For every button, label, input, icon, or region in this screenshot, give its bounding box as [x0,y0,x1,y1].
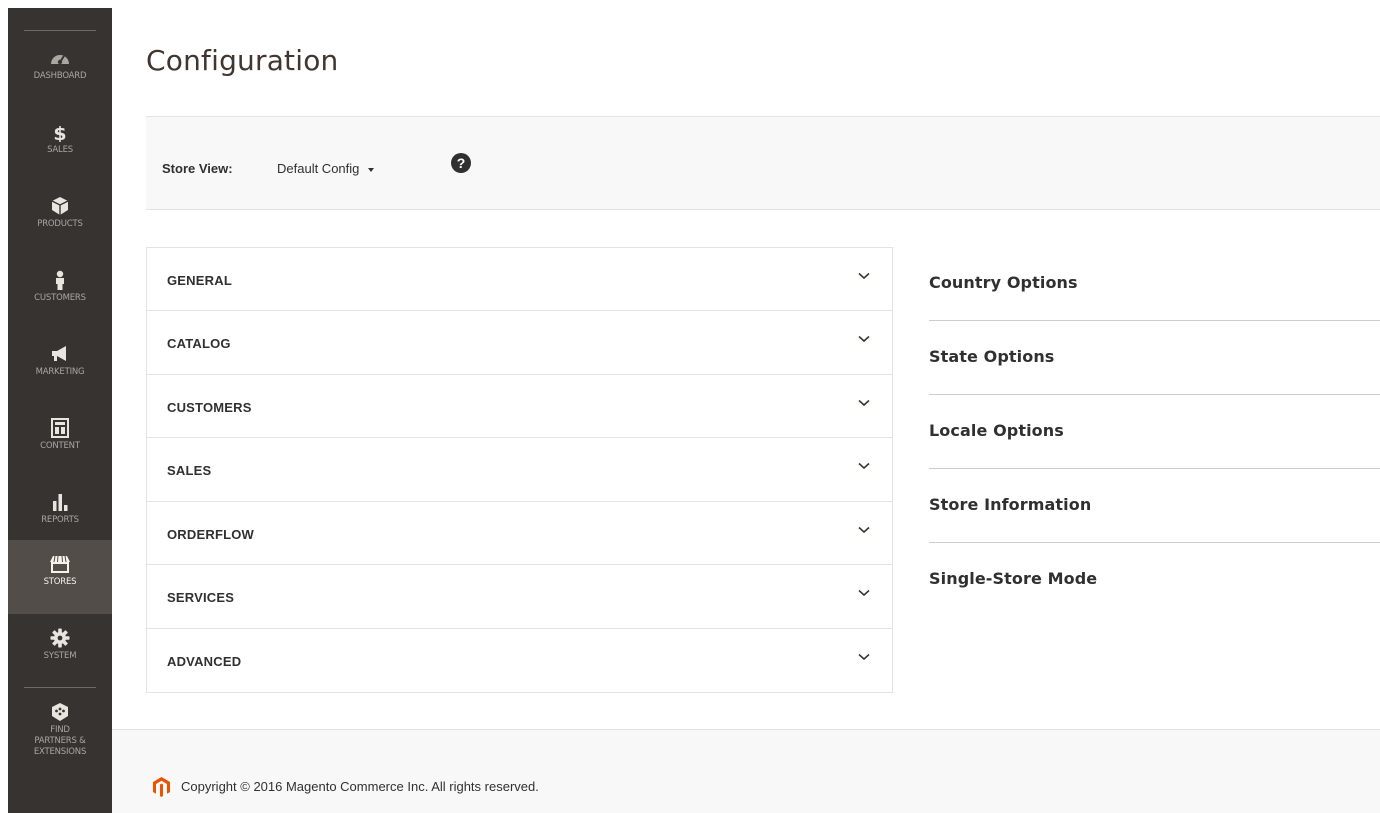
accordion-item-label: CUSTOMERS [167,399,252,415]
chevron-down-icon [858,399,870,406]
section-state-options[interactable]: State Options [929,321,1380,395]
svg-text:$: $ [53,123,66,142]
sidebar-item-find-partners-extensions[interactable]: FIND PARTNERS & EXTENSIONS [8,688,112,788]
sidebar-item-label: DASHBOARD [33,71,87,81]
magento-logo-icon [153,777,170,797]
accordion-item-advanced[interactable]: ADVANCED [147,629,892,692]
admin-sidebar: DASHBOARD $ SALES PRODUCTS CUSTOMERS MAR… [8,8,112,813]
accordion-item-label: ORDERFLOW [167,526,255,542]
puzzle-cube-icon [52,703,68,721]
chevron-down-icon [858,272,870,280]
store-view-bar: Store View: Default Config ? [146,116,1380,210]
bar-chart-icon [53,494,68,511]
gear-icon [50,628,70,648]
store-view-dropdown[interactable]: Default Config [277,161,375,176]
section-title: State Options [929,347,1055,366]
sidebar-item-dashboard[interactable]: DASHBOARD [8,34,112,108]
sidebar-item-label-line: PARTNERS & [34,736,86,746]
sidebar-item-label-line: EXTENSIONS [33,747,87,757]
section-title: Store Information [929,495,1092,514]
sidebar-item-content[interactable]: CONTENT [8,404,112,478]
sidebar-item-marketing[interactable]: MARKETING [8,330,112,404]
help-icon[interactable]: ? [451,153,471,173]
layout-icon [51,418,69,438]
accordion-item-general[interactable]: GENERAL [147,248,892,312]
accordion-item-label: SERVICES [167,590,235,606]
accordion-item-orderflow[interactable]: ORDERFLOW [147,502,892,566]
accordion-item-label: GENERAL [167,273,232,288]
accordion-item-services[interactable]: SERVICES [147,565,892,629]
accordion-item-catalog[interactable]: CATALOG [147,311,892,375]
megaphone-icon [52,346,66,361]
section-single-store-mode[interactable]: Single-Store Mode [929,543,1380,617]
accordion-item-label: CATALOG [167,336,231,352]
sidebar-item-label: CONTENT [40,441,80,451]
chevron-down-icon [858,653,870,660]
store-view-label: Store View: [162,161,233,176]
sidebar-item-customers[interactable]: CUSTOMERS [8,256,112,330]
dollar-icon: $ [53,123,66,142]
dashboard-gauge-icon [51,55,69,65]
caret-down-icon [368,167,375,172]
accordion-item-label: ADVANCED [167,653,242,669]
section-title: Country Options [929,273,1078,292]
person-icon [56,270,64,290]
section-country-options[interactable]: Country Options [929,247,1380,321]
chevron-down-icon [858,336,870,343]
page-title: Configuration [146,44,339,77]
sidebar-item-label: SALES [47,145,73,155]
sidebar-item-label: PRODUCTS [37,219,83,229]
sidebar-item-system[interactable]: SYSTEM [8,614,112,688]
sidebar-item-label: REPORTS [41,515,79,525]
config-tabs-accordion: GENERAL CATALOG CUSTOMERS SALES ORDERFLO… [146,247,893,693]
chevron-down-icon [858,590,870,597]
accordion-item-sales[interactable]: SALES [147,438,892,502]
store-view-selected: Default Config [277,161,360,176]
chevron-down-icon [858,463,870,470]
accordion-item-customers[interactable]: CUSTOMERS [147,375,892,439]
section-title: Single-Store Mode [929,569,1098,588]
accordion-item-label: SALES [167,463,212,479]
sidebar-item-label: MARKETING [35,367,85,377]
sidebar-item-label-line: FIND [50,725,70,735]
sidebar-item-label: CUSTOMERS [34,293,86,303]
sidebar-top-divider [24,30,96,31]
cube-icon [51,197,69,215]
chevron-down-icon [858,526,870,533]
copyright-text: Copyright © 2016 Magento Commerce Inc. A… [181,779,539,794]
section-locale-options[interactable]: Locale Options [929,395,1380,469]
sidebar-item-label: STORES [43,577,77,587]
config-section-list: Country Options State Options Locale Opt… [929,247,1380,617]
sidebar-item-stores[interactable]: STORES [8,540,112,614]
section-store-information[interactable]: Store Information [929,469,1380,543]
storefront-icon [50,555,70,573]
section-title: Locale Options [929,421,1064,440]
sidebar-item-label: SYSTEM [43,651,77,661]
page-footer: Copyright © 2016 Magento Commerce Inc. A… [112,729,1380,813]
sidebar-item-sales[interactable]: $ SALES [8,108,112,182]
sidebar-item-products[interactable]: PRODUCTS [8,182,112,256]
